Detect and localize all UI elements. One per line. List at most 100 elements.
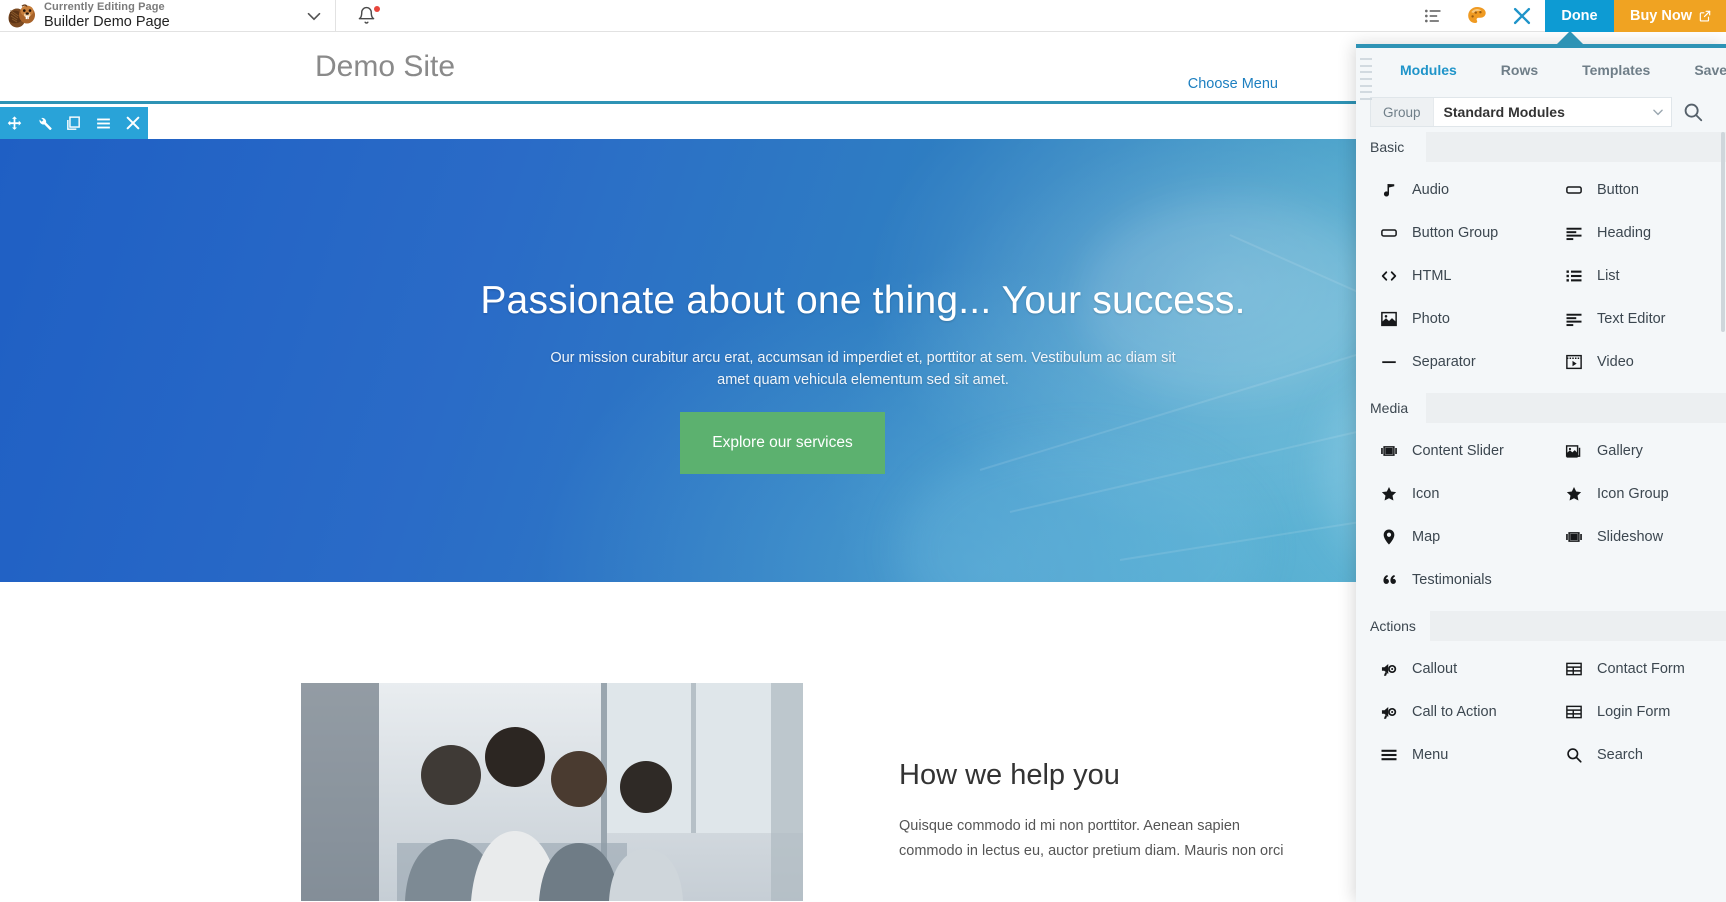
page-selector[interactable]: Currently Editing Page Builder Demo Page — [0, 0, 336, 32]
module-item-label: Button — [1597, 181, 1639, 198]
module-item-login-form[interactable]: Login Form — [1541, 690, 1726, 733]
buy-now-label: Buy Now — [1629, 8, 1692, 24]
module-item-label: Audio — [1412, 181, 1450, 198]
module-item-button-group[interactable]: Button Group — [1356, 211, 1541, 254]
module-item-label: Call to Action — [1412, 703, 1497, 720]
module-section-header: Actions — [1356, 611, 1726, 641]
chevron-down-icon[interactable] — [303, 5, 325, 27]
bell-icon — [357, 6, 376, 25]
module-item-label: Button Group — [1412, 224, 1499, 241]
group-filter-bar[interactable]: Group Standard Modules — [1356, 92, 1726, 132]
editing-labels: Currently Editing Page Builder Demo Page — [44, 2, 303, 30]
table-form-icon — [1565, 703, 1583, 721]
module-item-photo[interactable]: Photo — [1356, 297, 1541, 340]
notifications-button[interactable] — [336, 0, 396, 31]
module-item-video[interactable]: Video — [1541, 340, 1726, 383]
tab-templates[interactable]: Templates — [1560, 48, 1672, 92]
module-sections: Basic Audio Button Button Group Heading HTML L… — [1356, 132, 1726, 786]
heading-lines-icon — [1565, 310, 1583, 328]
list-bullets-icon — [1565, 267, 1583, 285]
tab-modules[interactable]: Modules — [1378, 48, 1479, 92]
admin-bar: Currently Editing Page Builder Demo Page — [0, 0, 1726, 32]
row-settings-button[interactable] — [30, 115, 60, 132]
module-item-callout[interactable]: Callout — [1356, 647, 1541, 690]
module-item-text-editor[interactable]: Text Editor — [1541, 297, 1726, 340]
search-icon[interactable] — [1672, 101, 1714, 123]
slider-icon — [1565, 528, 1583, 546]
module-item-icon[interactable]: Icon — [1356, 472, 1541, 515]
theme-tools-button[interactable] — [1455, 0, 1499, 31]
megaphone-icon — [1380, 660, 1398, 678]
module-item-content-slider[interactable]: Content Slider — [1356, 429, 1541, 472]
module-section-title: Media — [1356, 393, 1423, 423]
module-item-gallery[interactable]: Gallery — [1541, 429, 1726, 472]
beaver-logo — [8, 3, 36, 29]
module-item-label: Icon — [1412, 485, 1440, 502]
module-item-testimonials[interactable]: Testimonials — [1356, 558, 1541, 601]
button-rect-icon — [1380, 224, 1398, 242]
module-item-label: Content Slider — [1412, 442, 1504, 459]
module-item-contact-form[interactable]: Contact Form — [1541, 647, 1726, 690]
remove-row-button[interactable] — [118, 115, 148, 131]
panel-drag-handle[interactable] — [1360, 58, 1372, 100]
module-item-label: Photo — [1412, 310, 1450, 327]
builder-panel[interactable]: Modules Rows Templates Saved Group Stand… — [1356, 44, 1726, 902]
module-item-menu[interactable]: Menu — [1356, 733, 1541, 776]
chevron-down-icon — [1645, 105, 1671, 119]
tab-saved[interactable]: Saved — [1672, 48, 1726, 92]
module-grid: Content Slider Gallery Icon Icon Group Map Sl… — [1356, 423, 1726, 611]
module-item-heading[interactable]: Heading — [1541, 211, 1726, 254]
audio-note-icon — [1380, 181, 1398, 199]
tab-rows[interactable]: Rows — [1479, 48, 1560, 92]
module-item-label: Search — [1597, 746, 1643, 763]
choose-menu-link[interactable]: Choose Menu — [1188, 76, 1278, 92]
help-heading: How we help you — [899, 759, 1120, 791]
video-play-icon — [1565, 353, 1583, 371]
module-list-scroll[interactable]: Basic Audio Button Button Group Heading HTML L… — [1356, 132, 1726, 902]
search-icon — [1565, 746, 1583, 764]
move-handle[interactable] — [0, 115, 30, 132]
explore-services-button[interactable]: Explore our services — [680, 412, 885, 474]
panel-pointer-arrow — [1556, 31, 1584, 45]
module-item-map[interactable]: Map — [1356, 515, 1541, 558]
group-select-value: Standard Modules — [1443, 104, 1565, 120]
separator-dash-icon — [1380, 353, 1398, 371]
module-item-label: Heading — [1597, 224, 1652, 241]
group-select-label: Group — [1371, 98, 1434, 126]
module-item-label: Map — [1412, 528, 1441, 545]
gallery-images-icon — [1565, 442, 1583, 460]
row-menu-button[interactable] — [89, 115, 119, 132]
panel-tabs[interactable]: Modules Rows Templates Saved — [1356, 48, 1726, 92]
module-item-label: Slideshow — [1597, 528, 1664, 545]
module-item-html[interactable]: HTML — [1356, 254, 1541, 297]
hamburger-icon — [1380, 746, 1398, 764]
module-item-search[interactable]: Search — [1541, 733, 1726, 776]
code-brackets-icon — [1380, 267, 1398, 285]
module-item-label: HTML — [1412, 267, 1452, 284]
buy-now-button[interactable]: Buy Now — [1613, 0, 1726, 32]
module-section-header: Media — [1356, 393, 1726, 423]
notification-badge-dot — [374, 6, 380, 12]
module-item-slideshow[interactable]: Slideshow — [1541, 515, 1726, 558]
done-button[interactable]: Done — [1544, 0, 1614, 32]
module-item-call-to-action[interactable]: Call to Action — [1356, 690, 1541, 733]
tools-list-button[interactable] — [1411, 0, 1455, 31]
close-icon — [1511, 5, 1533, 27]
module-item-icon-group[interactable]: Icon Group — [1541, 472, 1726, 515]
table-form-icon — [1565, 660, 1583, 678]
module-item-label: Contact Form — [1597, 660, 1685, 677]
module-item-button[interactable]: Button — [1541, 168, 1726, 211]
editing-kicker: Currently Editing Page — [44, 1, 165, 14]
duplicate-row-button[interactable] — [59, 115, 89, 132]
module-item-separator[interactable]: Separator — [1356, 340, 1541, 383]
quote-icon — [1380, 571, 1398, 589]
editing-page-title: Builder Demo Page — [44, 13, 170, 30]
external-link-icon — [1698, 9, 1712, 23]
module-item-list[interactable]: List — [1541, 254, 1726, 297]
group-select[interactable]: Group Standard Modules — [1370, 97, 1672, 127]
module-item-audio[interactable]: Audio — [1356, 168, 1541, 211]
panel-scrollbar[interactable] — [1721, 132, 1725, 332]
hero-subtext: Our mission curabitur arcu erat, accumsa… — [550, 350, 1176, 388]
close-builder-button[interactable] — [1499, 0, 1545, 31]
row-toolbar[interactable] — [0, 107, 148, 139]
